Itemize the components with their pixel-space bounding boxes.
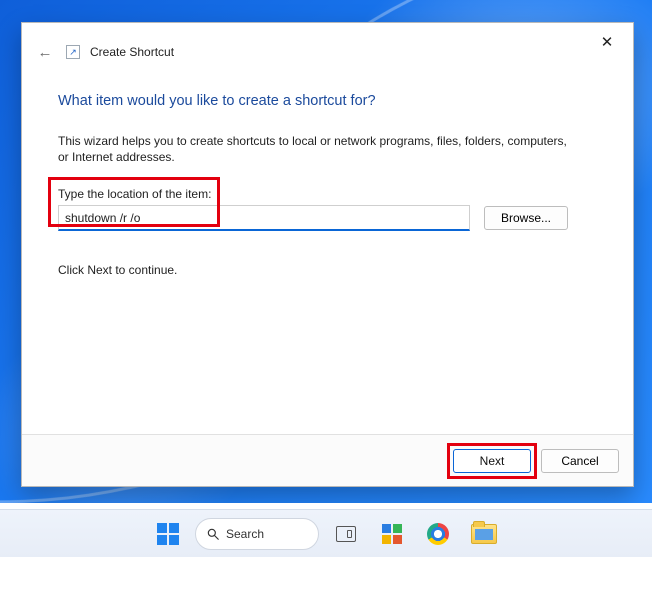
browse-button[interactable]: Browse... <box>484 206 568 230</box>
window-close-button[interactable]: ✕ <box>593 31 621 53</box>
cancel-button[interactable]: Cancel <box>541 449 619 473</box>
window-titlebar: ← ↗ Create Shortcut <box>22 23 633 69</box>
shortcut-icon: ↗ <box>66 45 80 59</box>
continue-hint: Click Next to continue. <box>58 263 597 277</box>
taskbar-search-placeholder: Search <box>226 527 264 541</box>
back-button[interactable]: ← <box>34 41 56 63</box>
widgets-button[interactable] <box>373 514 411 554</box>
location-label: Type the location of the item: <box>58 187 597 201</box>
chrome-taskbar-button[interactable] <box>419 514 457 554</box>
start-button[interactable] <box>149 514 187 554</box>
back-arrow-icon: ← <box>38 44 53 61</box>
create-shortcut-window: ✕ ← ↗ Create Shortcut What item would yo… <box>21 22 634 487</box>
task-view-button[interactable] <box>327 514 365 554</box>
taskbar-search[interactable]: Search <box>195 514 319 554</box>
wizard-heading: What item would you like to create a sho… <box>58 93 597 109</box>
widgets-icon <box>382 524 402 544</box>
windows-logo-icon <box>157 523 179 545</box>
wizard-description: This wizard helps you to create shortcut… <box>58 133 578 165</box>
window-title: Create Shortcut <box>90 45 174 59</box>
close-icon: ✕ <box>601 33 614 51</box>
next-button[interactable]: Next <box>453 449 531 473</box>
location-row: Browse... <box>58 205 597 231</box>
wizard-content: What item would you like to create a sho… <box>22 69 633 434</box>
chrome-icon <box>427 523 449 545</box>
file-explorer-taskbar-button[interactable] <box>465 514 503 554</box>
task-view-icon <box>336 526 356 542</box>
file-explorer-icon <box>471 524 497 544</box>
search-icon <box>206 527 220 541</box>
wizard-footer: Next Cancel <box>22 434 633 486</box>
location-input[interactable] <box>58 205 470 231</box>
location-input-wrap <box>58 205 470 231</box>
taskbar: Search <box>0 509 652 557</box>
